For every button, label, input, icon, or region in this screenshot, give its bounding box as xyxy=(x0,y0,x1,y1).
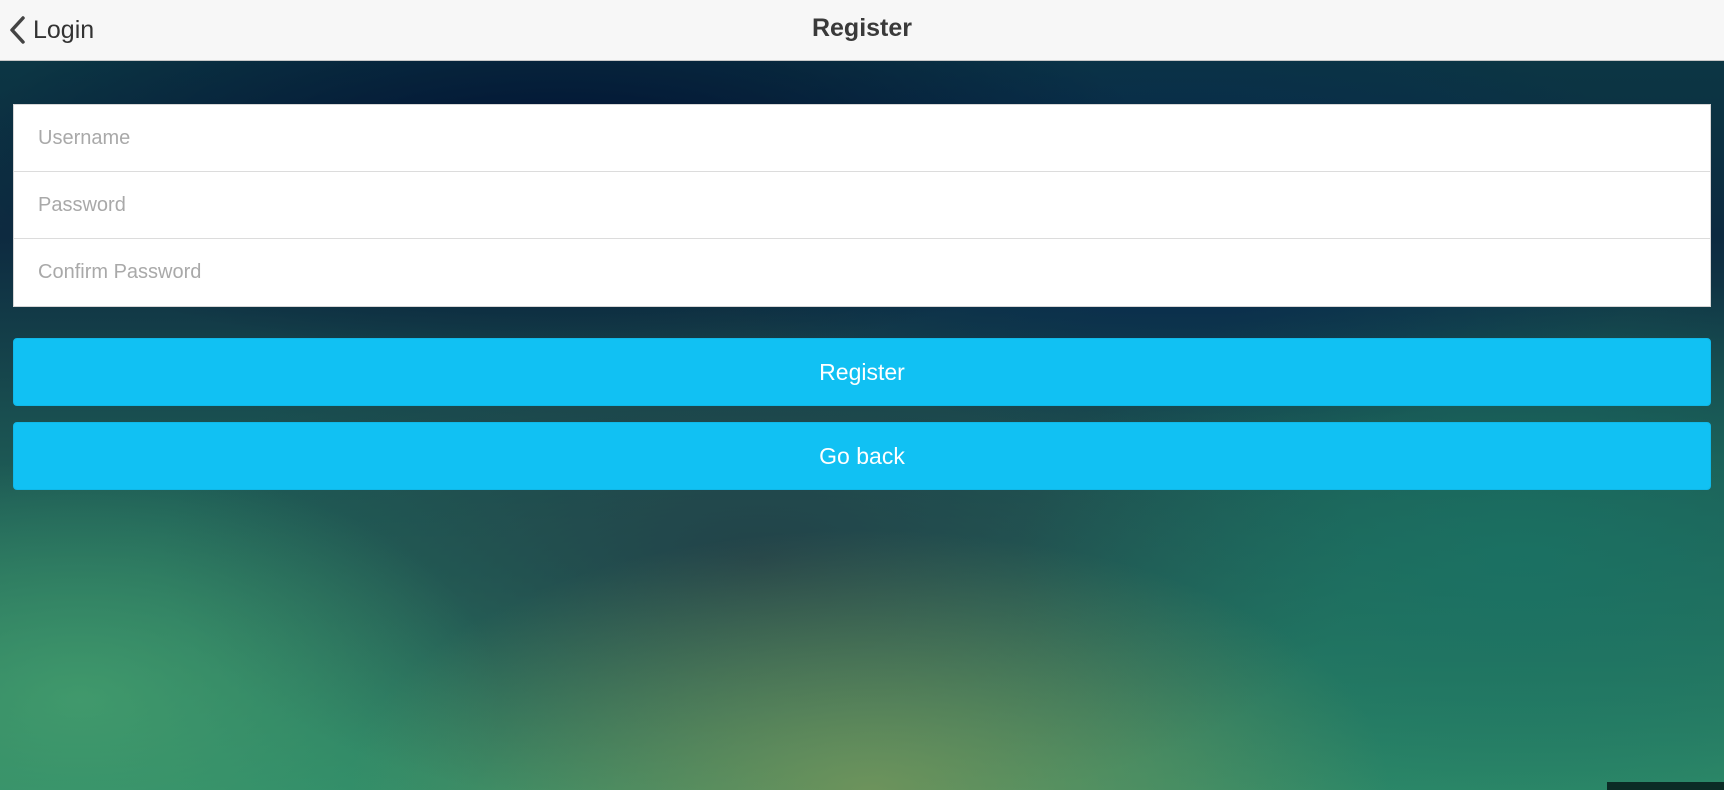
page-title: Register xyxy=(811,14,913,42)
nav-bar: Login Register xyxy=(0,0,1724,61)
username-input[interactable] xyxy=(14,105,1710,171)
go-back-button[interactable]: Go back xyxy=(13,422,1711,490)
password-row xyxy=(14,172,1710,239)
password-input[interactable] xyxy=(14,172,1710,238)
username-row xyxy=(14,105,1710,172)
register-page: Login Register Register Go back xyxy=(0,0,1724,790)
register-button[interactable]: Register xyxy=(13,338,1711,406)
corner-strip xyxy=(1607,782,1724,790)
confirm-password-input[interactable] xyxy=(14,239,1710,306)
confirm-password-row xyxy=(14,239,1710,306)
register-form xyxy=(13,104,1711,307)
